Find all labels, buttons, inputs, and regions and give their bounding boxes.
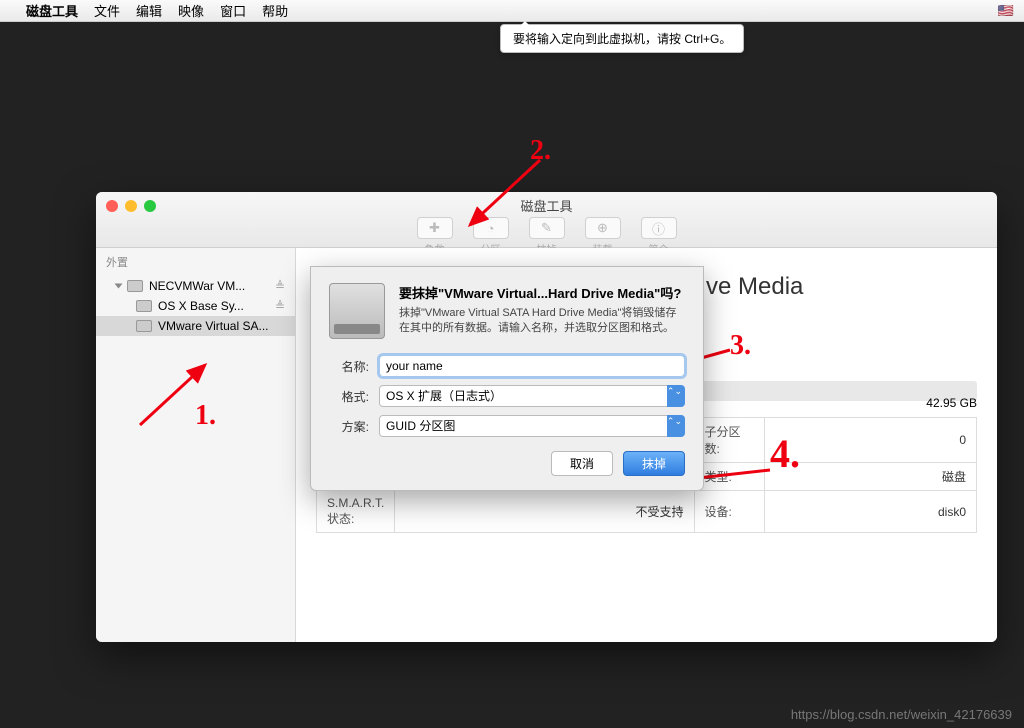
input-flag-icon[interactable]: 🇺🇸 bbox=[998, 3, 1014, 19]
disk-drive-icon bbox=[329, 283, 385, 339]
partition-icon: ◔ bbox=[473, 217, 509, 239]
minimize-button[interactable] bbox=[125, 200, 137, 212]
disk-icon bbox=[136, 320, 152, 332]
sidebar-item-vmware-virtual[interactable]: VMware Virtual SA... bbox=[96, 316, 295, 336]
disk-icon bbox=[127, 280, 143, 292]
sidebar: 外置 NECVMWar VM...≜ OS X Base Sy...≜ VMwa… bbox=[96, 248, 296, 642]
menu-image[interactable]: 映像 bbox=[178, 1, 204, 20]
menu-help[interactable]: 帮助 bbox=[262, 1, 288, 20]
scheme-label: 方案: bbox=[329, 418, 369, 435]
first-aid-icon: ✚ bbox=[417, 217, 453, 239]
app-name[interactable]: 磁盘工具 bbox=[26, 1, 78, 20]
mount-icon: ⊕ bbox=[585, 217, 621, 239]
disk-icon bbox=[136, 300, 152, 312]
dialog-description: 抹掉"VMware Virtual SATA Hard Drive Media"… bbox=[399, 306, 685, 337]
menu-file[interactable]: 文件 bbox=[94, 1, 120, 20]
format-select[interactable]: OS X 扩展（日志式） bbox=[379, 385, 685, 407]
annotation-2: 2. bbox=[530, 135, 551, 167]
close-button[interactable] bbox=[106, 200, 118, 212]
menubar: 磁盘工具 文件 编辑 映像 窗口 帮助 🇺🇸 bbox=[0, 0, 1024, 22]
erase-dialog: 要抹掉"VMware Virtual...Hard Drive Media"吗?… bbox=[310, 266, 704, 491]
info-icon: ⓘ bbox=[641, 217, 677, 239]
erase-button[interactable]: 抹掉 bbox=[623, 451, 685, 476]
name-input[interactable] bbox=[379, 355, 685, 377]
window-title: 磁盘工具 bbox=[96, 192, 997, 215]
zoom-button[interactable] bbox=[144, 200, 156, 212]
name-label: 名称: bbox=[329, 358, 369, 375]
erase-icon: ✎ bbox=[529, 217, 565, 239]
dialog-title: 要抹掉"VMware Virtual...Hard Drive Media"吗? bbox=[399, 283, 685, 302]
capacity-value: 42.95 GB bbox=[926, 396, 977, 410]
menu-edit[interactable]: 编辑 bbox=[136, 1, 162, 20]
disclosure-icon[interactable] bbox=[115, 284, 123, 289]
disk-title: ve Media bbox=[706, 273, 977, 301]
sidebar-item-necvmwar[interactable]: NECVMWar VM...≜ bbox=[96, 276, 295, 296]
format-label: 格式: bbox=[329, 388, 369, 405]
cancel-button[interactable]: 取消 bbox=[551, 451, 613, 476]
watermark: https://blog.csdn.net/weixin_42176639 bbox=[791, 707, 1012, 722]
titlebar: 磁盘工具 ✚急救 ◔分区 ✎抹掉 ⊕装载 ⓘ简介 bbox=[96, 192, 997, 248]
menu-window[interactable]: 窗口 bbox=[220, 1, 246, 20]
vm-input-tooltip: 要将输入定向到此虚拟机，请按 Ctrl+G。 bbox=[500, 24, 744, 53]
scheme-select[interactable]: GUID 分区图 bbox=[379, 415, 685, 437]
sidebar-item-osx-base[interactable]: OS X Base Sy...≜ bbox=[96, 296, 295, 316]
